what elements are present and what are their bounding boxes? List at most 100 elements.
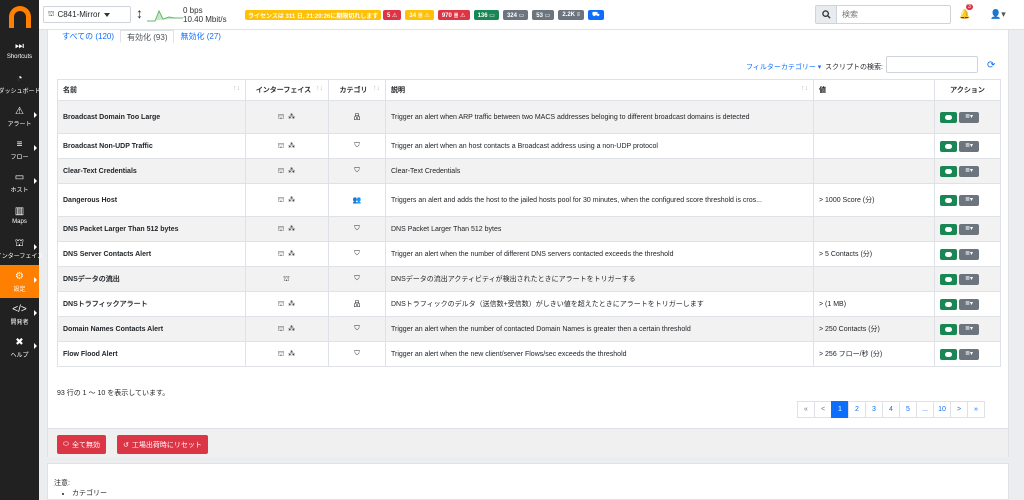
menu-button[interactable]: ≣▾	[959, 111, 979, 123]
network-icon: ⛫ ⁂	[277, 142, 297, 150]
page-button[interactable]: 3	[865, 401, 883, 418]
toggle-button[interactable]	[940, 165, 957, 177]
traffic-up: 0 bps	[183, 6, 203, 15]
script-name: DNSデータの流出	[57, 266, 246, 292]
menu-button[interactable]: ≣▾	[959, 194, 979, 206]
status-badge[interactable]: 136 ▭	[473, 10, 499, 20]
tab-2[interactable]: 無効化 (27)	[174, 30, 226, 43]
toggle-button[interactable]	[940, 140, 957, 152]
sidebar-item-8[interactable]: </> 開発者	[0, 298, 39, 331]
user-icon[interactable]: 👤▾	[990, 9, 1006, 20]
page-button[interactable]: 5	[899, 401, 917, 418]
sidebar-item-3[interactable]: ≡ フロー	[0, 133, 39, 166]
page-button[interactable]: »	[967, 401, 985, 418]
script-value	[813, 158, 935, 184]
sidebar-item-0[interactable]: ⏭ Shortcuts	[0, 34, 39, 67]
sidebar-item-2[interactable]: ⚠ アラート	[0, 100, 39, 133]
script-search-input[interactable]	[886, 56, 978, 73]
notes-item: カテゴリー	[72, 488, 1002, 498]
script-name: DNS Packet Larger Than 512 bytes	[57, 216, 246, 242]
sidebar-item-7[interactable]: ⚙ 設定	[0, 265, 39, 298]
menu-button[interactable]: ≣▾	[959, 165, 979, 177]
table-row: DNSトラフィックアラート ⛫ ⁂ 品 DNSトラフィックのデルタ（送信数+受信…	[57, 291, 1001, 317]
sidebar: ⏭ Shortcuts ◔ ダッシュボード ⚠ アラート ≡ フロー ▭ ホスト…	[0, 0, 43, 500]
traffic-down: 10.40 Mbit/s	[183, 15, 227, 24]
status-badge[interactable]: 34 ≣ ⚠	[405, 10, 434, 20]
caret-right-icon	[34, 277, 37, 283]
interface-select[interactable]: ⛫ C841-Mirror	[43, 6, 131, 23]
script-value	[813, 133, 935, 159]
toggle-button[interactable]	[940, 248, 957, 260]
page-button[interactable]: 4	[882, 401, 900, 418]
license-badge[interactable]: ライセンスは 311 日, 21:20:26に期限切れします	[245, 10, 382, 20]
ethernet-icon: ⛫	[14, 237, 25, 249]
table-row: Clear-Text Credentials ⛫ ⁂ ⛉ Clear-Text …	[57, 158, 1001, 184]
page-button[interactable]: <	[814, 401, 832, 418]
column-header[interactable]: アクション	[934, 79, 1001, 101]
sidebar-item-6[interactable]: ⛫ インターフェイス	[0, 232, 43, 265]
column-header[interactable]: インターフェイス ↑↓	[245, 79, 329, 101]
toggle-button[interactable]	[940, 111, 957, 123]
sidebar-item-label: フロー	[10, 154, 29, 161]
sidebar-item-label: Maps	[12, 219, 27, 225]
page-button[interactable]: ...	[916, 401, 934, 418]
filter-category-dropdown[interactable]: フィルターカテゴリー ▾	[746, 62, 821, 72]
cog-icon: ⚙	[15, 270, 24, 282]
toggle-button[interactable]	[940, 194, 957, 206]
column-header[interactable]: 名前 ↑↓	[57, 79, 246, 101]
toggle-button[interactable]	[940, 323, 957, 335]
page-button[interactable]: 10	[933, 401, 951, 418]
tab-bar: すべての (120) 有効化 (93) 無効化 (27)	[56, 30, 227, 43]
search-icon[interactable]	[815, 5, 837, 24]
script-name: Flow Flood Alert	[57, 341, 246, 367]
status-badge[interactable]: 2.2K ≡	[558, 10, 585, 20]
page-button[interactable]: 1	[831, 401, 849, 418]
tab-1[interactable]: 有効化 (93)	[120, 30, 175, 43]
sidebar-item-4[interactable]: ▭ ホスト	[0, 166, 39, 199]
disable-all-button[interactable]: ⬭ 全て無効	[57, 435, 106, 454]
status-badges: 5 ⚠ 34 ≣ ⚠ 970 ≣ ⚠ 136 ▭ 324 ▭ 53 ▭ 2.2K ≡ ⛟	[383, 10, 604, 20]
network-icon: ⛫ ⁂	[277, 325, 297, 333]
tab-0[interactable]: すべての (120)	[56, 30, 120, 43]
status-badge[interactable]: 970 ≣ ⚠	[437, 10, 470, 20]
fast-forward-icon: ⏭	[15, 41, 24, 52]
script-description: Trigger an alert when ARP traffic betwee…	[385, 100, 814, 134]
updown-arrows-icon: ↕	[136, 5, 143, 21]
bell-icon[interactable]: 🔔	[959, 9, 970, 20]
network-icon: ⛫ ⁂	[277, 113, 297, 121]
toggle-button[interactable]	[940, 273, 957, 285]
status-badge[interactable]: 53 ▭	[532, 10, 555, 20]
undo-icon: ↺	[123, 441, 129, 449]
sidebar-item-5[interactable]: ▥ Maps	[0, 199, 39, 232]
factory-reset-button[interactable]: ↺ 工場出荷時にリセット	[117, 435, 208, 454]
page-button[interactable]: «	[797, 401, 815, 418]
menu-button[interactable]: ≣▾	[959, 223, 979, 235]
refresh-icon[interactable]: ⟳	[987, 60, 995, 71]
status-badge[interactable]: ⛟	[588, 10, 604, 20]
menu-button[interactable]: ≣▾	[959, 348, 979, 360]
toggle-button[interactable]	[940, 298, 957, 310]
column-header[interactable]: 説明 ↑↓	[385, 79, 814, 101]
status-badge[interactable]: 324 ▭	[502, 10, 529, 20]
search-input[interactable]	[836, 5, 951, 24]
toggle-button[interactable]	[940, 223, 957, 235]
menu-button[interactable]: ≣▾	[959, 273, 979, 285]
category-icon: ⛉	[354, 350, 360, 357]
page-button[interactable]: 2	[848, 401, 866, 418]
column-header[interactable]: 値	[813, 79, 935, 101]
notes-title: 注意:	[54, 480, 70, 487]
toggle-button[interactable]	[940, 348, 957, 360]
sidebar-item-1[interactable]: ◔ ダッシュボード	[0, 67, 41, 100]
menu-button[interactable]: ≣▾	[959, 248, 979, 260]
status-badge[interactable]: 5 ⚠	[383, 10, 402, 20]
page-button[interactable]: >	[950, 401, 968, 418]
menu-button[interactable]: ≣▾	[959, 140, 979, 152]
menu-button[interactable]: ≣▾	[959, 298, 979, 310]
sidebar-item-label: 開発者	[10, 319, 29, 326]
sidebar-item-9[interactable]: ✖ ヘルプ	[0, 331, 39, 364]
menu-button[interactable]: ≣▾	[959, 323, 979, 335]
script-value: > (1 MB)	[813, 291, 935, 317]
ntop-logo[interactable]	[0, 0, 39, 34]
sidebar-item-label: ヘルプ	[10, 352, 29, 359]
column-header[interactable]: カテゴリ ↑↓	[328, 79, 386, 101]
